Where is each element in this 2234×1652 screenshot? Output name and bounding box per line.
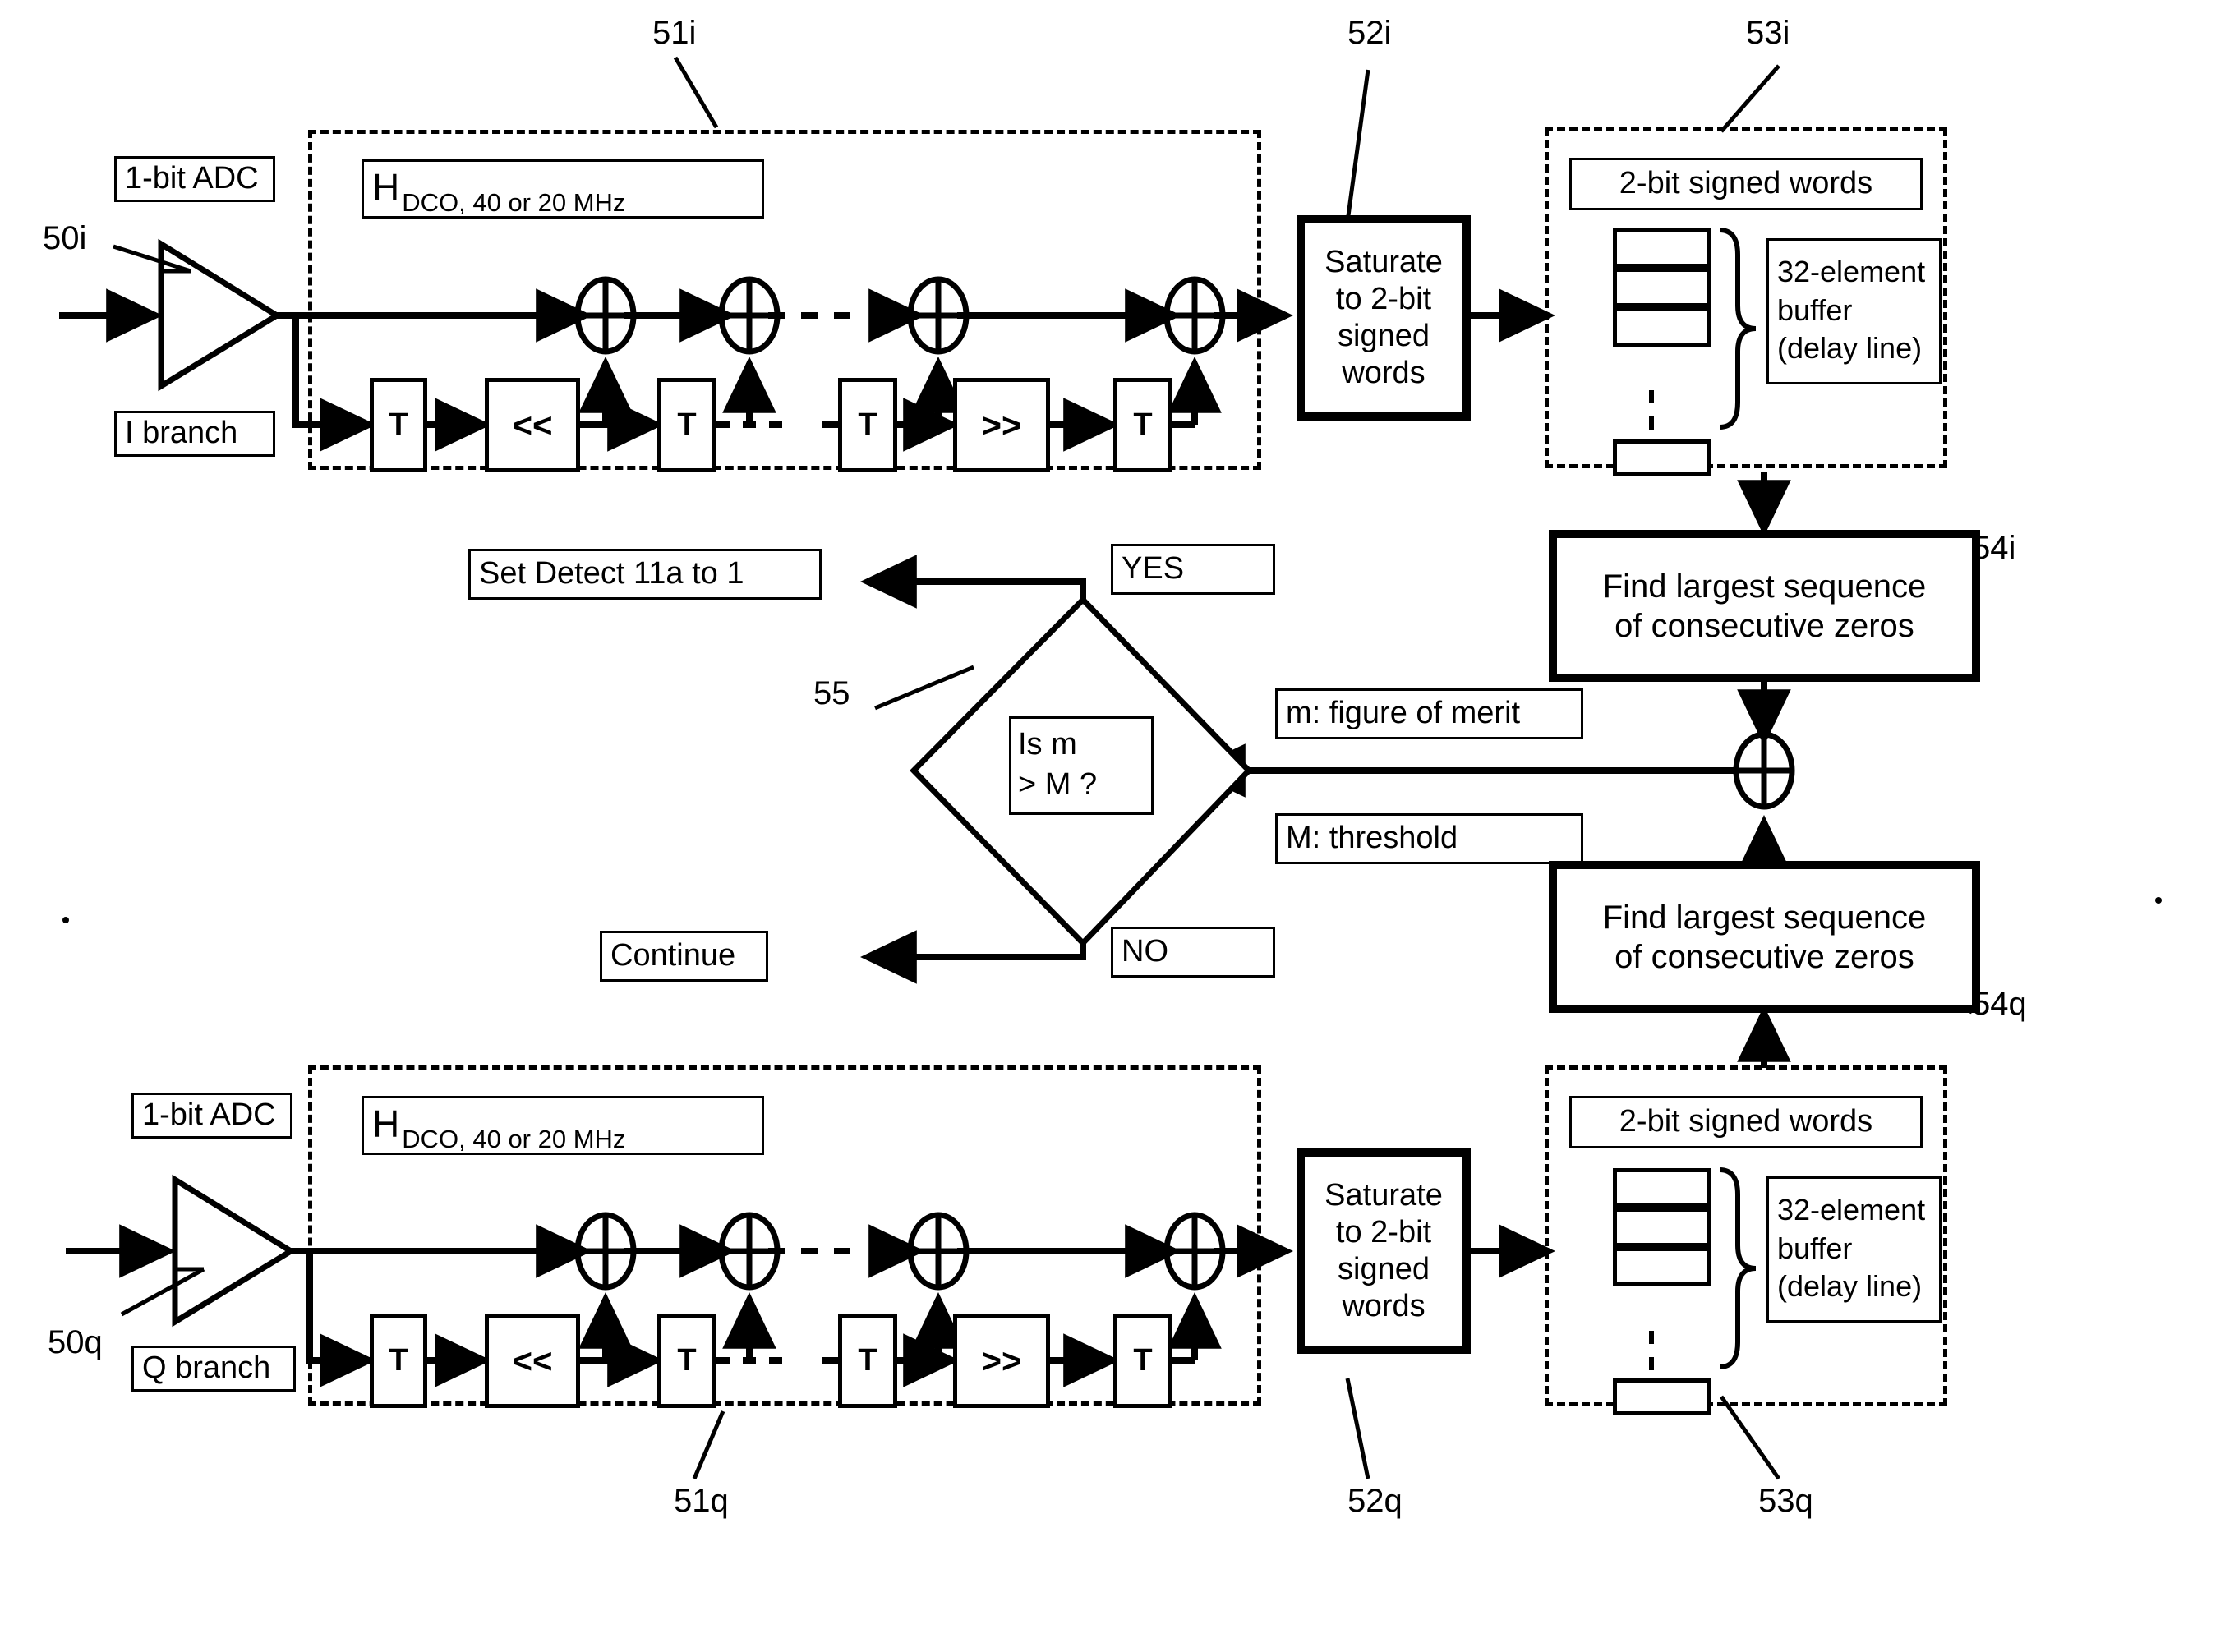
buffer-cell-q-2 bbox=[1613, 1247, 1711, 1286]
leader-53q bbox=[1719, 1395, 1781, 1480]
ref-53i: 53i bbox=[1746, 15, 1790, 51]
tap-box-q-4: >> bbox=[953, 1314, 1050, 1408]
buffer-desc-i: 32-element buffer (delay line) bbox=[1766, 238, 1942, 384]
decision-question-line2: > M ? bbox=[1018, 767, 1098, 802]
tap-box-q-1: << bbox=[485, 1314, 580, 1408]
tap-box-q-2: T bbox=[657, 1314, 716, 1408]
filter-title-main-i: H bbox=[372, 166, 400, 209]
filter-title-sub-q: DCO, 40 or 20 MHz bbox=[402, 1125, 626, 1154]
decision-question-line1: Is m bbox=[1018, 726, 1077, 762]
leader-52i bbox=[1345, 69, 1370, 223]
saturate-label-i: Saturate to 2-bit signed words bbox=[1302, 221, 1465, 415]
buffer-word-label-q: 2-bit signed words bbox=[1569, 1096, 1923, 1148]
tap-box-q-0: T bbox=[370, 1314, 427, 1408]
saturate-block-q: Saturate to 2-bit signed words bbox=[1297, 1148, 1471, 1354]
merit-label: m: figure of merit bbox=[1275, 688, 1583, 739]
combiner-junction bbox=[1733, 731, 1795, 810]
set-detect-box: Set Detect 11a to 1 bbox=[468, 549, 822, 600]
buffer-cell-i-2 bbox=[1613, 307, 1711, 347]
threshold-label: M: threshold bbox=[1275, 813, 1583, 864]
saturate-block-i: Saturate to 2-bit signed words bbox=[1297, 215, 1471, 421]
continue-box: Continue bbox=[600, 931, 768, 982]
tap-box-i-2: T bbox=[657, 378, 716, 472]
ref-53q: 53q bbox=[1758, 1483, 1813, 1519]
ref-50q: 50q bbox=[48, 1324, 103, 1360]
buffer-word-label-i: 2-bit signed words bbox=[1569, 158, 1923, 210]
filter-title-box-i: H DCO, 40 or 20 MHz bbox=[362, 159, 764, 219]
saturate-label-q: Saturate to 2-bit signed words bbox=[1302, 1154, 1465, 1348]
tap-box-q-3: T bbox=[838, 1314, 897, 1408]
leader-53i bbox=[1720, 64, 1780, 133]
ref-51i: 51i bbox=[652, 15, 697, 51]
buffer-cell-i-1 bbox=[1613, 268, 1711, 307]
ref-50i: 50i bbox=[43, 220, 87, 256]
buffer-cell-i-last bbox=[1613, 439, 1711, 476]
filter-title-sub-i: DCO, 40 or 20 MHz bbox=[402, 188, 626, 218]
figure-canvas: 51i 52i 53i 54i 50i 1-bit ADC I branch H… bbox=[0, 0, 2234, 1652]
buffer-cell-q-0 bbox=[1613, 1168, 1711, 1208]
ref-52i: 52i bbox=[1347, 15, 1392, 51]
ref-54q: 54q bbox=[1972, 986, 2027, 1022]
buffer-cell-q-1 bbox=[1613, 1208, 1711, 1247]
tap-box-i-4: >> bbox=[953, 378, 1050, 472]
decision-question-box: Is m > M ? bbox=[1009, 716, 1154, 815]
detector-block-i: Find largest sequence of consecutive zer… bbox=[1549, 530, 1980, 682]
leader-52q bbox=[1345, 1378, 1370, 1479]
adc-label-q: 1-bit ADC bbox=[131, 1093, 292, 1139]
ref-51q: 51q bbox=[674, 1483, 729, 1519]
detector-label-i: Find largest sequence of consecutive zer… bbox=[1555, 536, 1974, 676]
leader-51i bbox=[673, 56, 719, 129]
page-speck-right bbox=[2155, 897, 2162, 904]
tap-box-i-3: T bbox=[838, 378, 897, 472]
branch-label-q: Q branch bbox=[131, 1346, 296, 1392]
buffer-cell-i-0 bbox=[1613, 228, 1711, 268]
filter-title-box-q: H DCO, 40 or 20 MHz bbox=[362, 1096, 764, 1155]
no-label: NO bbox=[1111, 927, 1275, 978]
buffer-cell-q-last bbox=[1613, 1378, 1711, 1415]
leader-51q bbox=[692, 1410, 725, 1479]
ref-52q: 52q bbox=[1347, 1483, 1403, 1519]
detector-block-q: Find largest sequence of consecutive zer… bbox=[1549, 861, 1980, 1013]
tap-box-i-1: << bbox=[485, 378, 580, 472]
yes-label: YES bbox=[1111, 544, 1275, 595]
detector-label-q: Find largest sequence of consecutive zer… bbox=[1555, 867, 1974, 1007]
filter-title-main-q: H bbox=[372, 1102, 400, 1146]
branch-label-i: I branch bbox=[114, 411, 275, 457]
buffer-desc-q: 32-element buffer (delay line) bbox=[1766, 1176, 1942, 1323]
ref-55: 55 bbox=[813, 675, 850, 711]
tap-box-i-5: T bbox=[1113, 378, 1172, 472]
tap-box-i-0: T bbox=[370, 378, 427, 472]
page-speck-left bbox=[62, 917, 69, 923]
adc-label-i: 1-bit ADC bbox=[114, 156, 275, 202]
tap-box-q-5: T bbox=[1113, 1314, 1172, 1408]
